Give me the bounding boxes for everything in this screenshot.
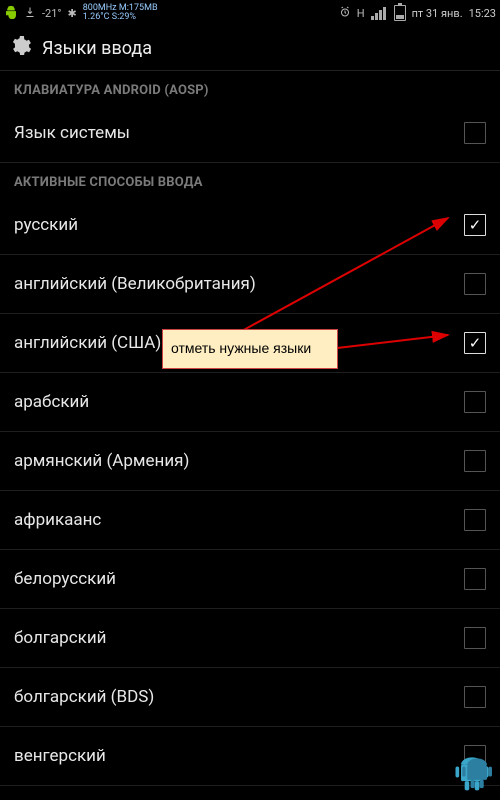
signal-icon	[371, 7, 386, 20]
network-type: H	[357, 7, 365, 20]
status-date: пт 31 янв.	[412, 7, 463, 20]
row-label: русский	[14, 215, 78, 235]
cpu-line-2: 1.26°C S:29%	[83, 13, 158, 22]
android-mascot-icon	[450, 750, 494, 794]
row-language[interactable]: болгарский (BDS)	[0, 668, 500, 727]
battery-icon	[394, 5, 406, 21]
row-language[interactable]: болгарский	[0, 609, 500, 668]
settings-icon[interactable]	[8, 34, 32, 62]
row-label: английский (США)	[14, 333, 161, 353]
section-header-keyboard: КЛАВИАТУРА ANDROID (AOSP)	[0, 71, 500, 104]
row-language[interactable]: венгерский	[0, 727, 500, 786]
checkbox[interactable]	[464, 627, 486, 649]
row-label: армянский (Армения)	[14, 451, 189, 471]
status-bar: -21° ✱ 800MHz M:175MB 1.26°C S:29% H пт …	[0, 0, 500, 26]
row-language[interactable]: армянский (Армения)	[0, 432, 500, 491]
row-language[interactable]: арабский	[0, 373, 500, 432]
cpu-monitor: 800MHz M:175MB 1.26°C S:29%	[83, 4, 158, 22]
checkbox[interactable]	[464, 122, 486, 144]
row-label: белорусский	[14, 569, 116, 589]
action-bar: Языки ввода	[0, 26, 500, 71]
checkbox[interactable]	[464, 568, 486, 590]
row-label: Язык системы	[14, 123, 130, 143]
adb-icon	[4, 5, 18, 22]
page-title: Языки ввода	[42, 38, 152, 59]
annotation-callout: отметь нужные языки	[162, 329, 338, 369]
row-label: арабский	[14, 392, 89, 412]
status-time: 15:23	[469, 7, 496, 20]
row-label: английский (Великобритания)	[14, 274, 256, 294]
checkbox[interactable]	[464, 214, 486, 236]
row-label: болгарский (BDS)	[14, 687, 154, 707]
checkbox[interactable]	[464, 391, 486, 413]
checkbox[interactable]	[464, 273, 486, 295]
alarm-icon	[339, 6, 351, 21]
annotation-text: отметь нужные языки	[171, 340, 311, 356]
settings-list[interactable]: КЛАВИАТУРА ANDROID (AOSP) Язык системы А…	[0, 71, 500, 786]
row-system-language[interactable]: Язык системы	[0, 104, 500, 163]
checkbox[interactable]	[464, 332, 486, 354]
screen: -21° ✱ 800MHz M:175MB 1.26°C S:29% H пт …	[0, 0, 500, 800]
row-language[interactable]: английский (Великобритания)	[0, 255, 500, 314]
row-language[interactable]: африкаанс	[0, 491, 500, 550]
row-language[interactable]: белорусский	[0, 550, 500, 609]
row-label: африкаанс	[14, 510, 101, 530]
snowflake-icon: ✱	[68, 7, 77, 20]
temp-text: -21°	[42, 7, 62, 20]
row-label: болгарский	[14, 628, 106, 648]
row-language[interactable]: русский	[0, 196, 500, 255]
checkbox[interactable]	[464, 450, 486, 472]
row-label: венгерский	[14, 746, 106, 766]
checkbox[interactable]	[464, 686, 486, 708]
section-header-active: АКТИВНЫЕ СПОСОБЫ ВВОДА	[0, 163, 500, 196]
download-icon	[24, 6, 36, 21]
status-right: H пт 31 янв. 15:23	[339, 5, 496, 21]
checkbox[interactable]	[464, 509, 486, 531]
status-left: -21° ✱ 800MHz M:175MB 1.26°C S:29%	[4, 4, 158, 22]
